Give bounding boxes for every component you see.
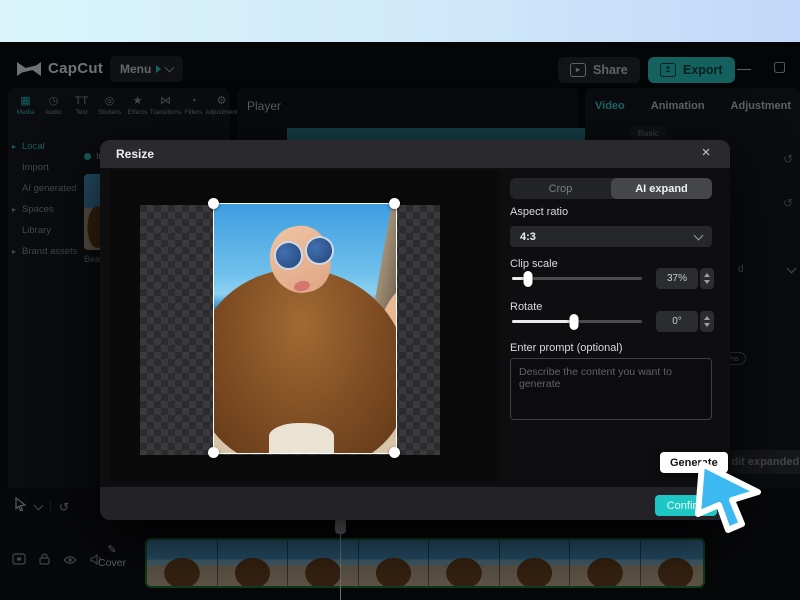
clip-scale-slider[interactable]	[512, 277, 642, 280]
rotate-stepper[interactable]	[700, 311, 714, 332]
aspect-ratio-value: 4:3	[520, 231, 536, 243]
crop-handle-bottom-left[interactable]	[208, 447, 219, 458]
cursor-pointer-icon	[688, 458, 768, 543]
stepper-down-icon[interactable]	[704, 280, 710, 284]
rotate-slider[interactable]	[512, 320, 642, 323]
tab-ai-expand[interactable]: AI expand	[611, 178, 712, 199]
prompt-label: Enter prompt (optional)	[510, 342, 623, 354]
dialog-footer	[100, 487, 730, 520]
stepper-up-icon[interactable]	[704, 273, 710, 277]
slider-knob[interactable]	[570, 314, 579, 330]
clip-image[interactable]	[213, 203, 397, 454]
slider-knob[interactable]	[523, 271, 532, 287]
aspect-ratio-dropdown[interactable]: 4:3	[510, 226, 712, 247]
dialog-title: Resize	[116, 147, 154, 161]
clip-scale-value[interactable]: 37%	[656, 268, 698, 289]
rotate-label: Rotate	[510, 301, 542, 313]
resize-dialog: Resize × Crop AI expand Aspect ratio 4:	[100, 140, 730, 520]
tab-crop[interactable]: Crop	[510, 178, 611, 199]
chevron-down-icon	[694, 230, 704, 240]
desktop-gradient-strip	[0, 0, 800, 42]
stepper-up-icon[interactable]	[704, 316, 710, 320]
prompt-input[interactable]	[510, 358, 712, 420]
stepper-down-icon[interactable]	[704, 323, 710, 327]
clip-scale-stepper[interactable]	[700, 268, 714, 289]
crop-handle-top-right[interactable]	[389, 198, 400, 209]
clip-scale-label: Clip scale	[510, 258, 558, 270]
photo-top	[269, 423, 335, 453]
screen: CapCut Menu ▸ Share ↥ Export — ▢ ▦Media◷…	[0, 0, 800, 600]
slider-fill	[512, 320, 574, 323]
aspect-ratio-label: Aspect ratio	[510, 206, 568, 218]
mode-tabs: Crop AI expand	[510, 178, 712, 199]
dialog-header	[100, 140, 730, 168]
crop-handle-top-left[interactable]	[208, 198, 219, 209]
rotate-value[interactable]: 0°	[656, 311, 698, 332]
close-icon[interactable]: ×	[696, 144, 716, 161]
crop-handle-bottom-right[interactable]	[389, 447, 400, 458]
